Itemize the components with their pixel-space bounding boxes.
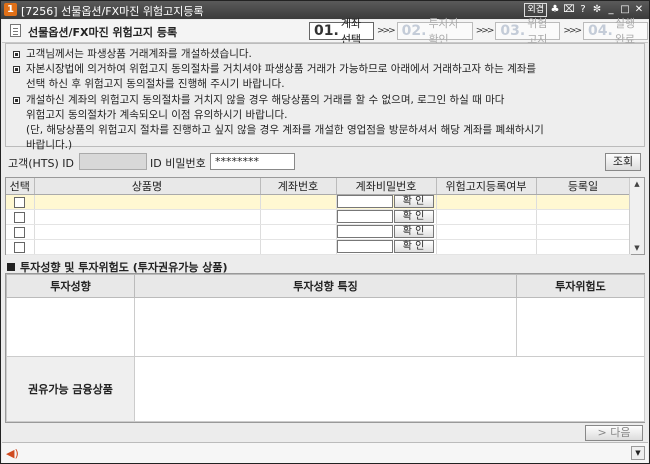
page-title: 선물옵션/FX마진 위험고지 등록: [28, 26, 178, 39]
app-icon: 1: [4, 3, 17, 16]
window: 1 [7256] 선물옵션/FX마진 위험고지등록 외겹 ♣ ⌧ ? ✼ _ □…: [0, 0, 650, 464]
column-header[interactable]: 계좌비밀번호: [336, 178, 437, 195]
table-row[interactable]: 확 인: [6, 239, 631, 255]
column-header[interactable]: 계좌번호: [260, 178, 337, 195]
status-dropdown-icon[interactable]: ▼: [631, 446, 645, 460]
print-icon[interactable]: ⌧: [563, 3, 575, 17]
investment-profile-cell: [6, 297, 135, 357]
step-arrow-icon: >>>: [475, 26, 495, 36]
notice-line: 선택 하신 후 위험고지 동의절차를 진행해 주시기 바랍니다.: [26, 78, 285, 91]
status-bar: ◀) ▼: [2, 442, 648, 463]
column-header: 투자성향 특징: [134, 274, 517, 298]
id-password-label: ID 비밀번호: [150, 157, 206, 170]
speaker-icon: ◀): [6, 447, 19, 460]
search-button[interactable]: 조회: [605, 153, 641, 171]
confirm-button[interactable]: 확 인: [393, 195, 434, 208]
row-checkbox[interactable]: [14, 226, 26, 238]
id-password-field[interactable]: ********: [210, 153, 295, 170]
hts-id-field: [79, 153, 147, 170]
notice-line: 고객님께서는 파생상품 거래계좌를 개설하셨습니다.: [12, 47, 638, 62]
login-row: 고객(HTS) ID ID 비밀번호 ******** 조회: [5, 151, 645, 173]
notice-line: (단, 해당상품의 위험고지 절차를 진행하고 싶지 않을 경우 계좌를 개설한…: [26, 124, 544, 137]
row-checkbox[interactable]: [14, 211, 26, 223]
help-icon[interactable]: ?: [577, 3, 589, 17]
account-grid: 선택 상품명 계좌번호 계좌비밀번호 위험고지등록여부 등록일 확 인 확 인 …: [5, 177, 645, 255]
step-2: 02. 투자자 확인: [396, 17, 473, 46]
column-header: 투자위험도: [516, 274, 645, 298]
scroll-down-icon[interactable]: ▼: [630, 242, 644, 254]
row-checkbox[interactable]: [14, 196, 26, 208]
confirm-button[interactable]: 확 인: [393, 225, 434, 238]
grid-header-row: 선택 상품명 계좌번호 계좌비밀번호 위험고지등록여부 등록일: [6, 178, 631, 195]
investment-profile-table: 투자성향 투자성향 특징 투자위험도 권유가능 금융상품: [5, 273, 645, 423]
recommended-products-cell: [134, 356, 645, 422]
settings-icon[interactable]: ✼: [591, 3, 603, 17]
notice-box: 고객님께서는 파생상품 거래계좌를 개설하셨습니다. 자본시장법에 의거하여 위…: [5, 43, 645, 151]
step-indicator: 01. 계좌선택 >>> 02. 투자자 확인 >>> 03. 위험고지 >>> 04…: [309, 17, 648, 46]
account-password-input[interactable]: [336, 210, 393, 223]
scroll-up-icon[interactable]: ▲: [630, 178, 644, 190]
account-password-input[interactable]: [336, 225, 393, 238]
confirm-button[interactable]: 확 인: [393, 210, 434, 223]
step-arrow-icon: >>>: [563, 26, 582, 36]
page-header: 선물옵션/FX마진 위험고지 등록 01. 계좌선택 >>> 02. 투자자 확인 …: [2, 17, 648, 46]
notice-line: 위험고지 동의절차가 계속되오니 이점 유의하시기 바랍니다.: [26, 108, 288, 121]
profile-feature-cell: [134, 297, 517, 357]
account-password-input[interactable]: [336, 195, 393, 208]
row-checkbox[interactable]: [14, 241, 26, 253]
column-header: 투자성향: [6, 274, 135, 298]
step-4: 04. 실행완료: [583, 17, 648, 46]
step-3: 03. 위험고지: [495, 17, 561, 46]
notice-line: 자본시장법에 의거하여 위험고지 동의절차를 거치셔야 파생상품 거래가 가능하…: [12, 62, 638, 77]
document-icon: [10, 24, 21, 37]
recommended-products-label: 권유가능 금융상품: [6, 356, 135, 422]
risk-level-cell: [516, 297, 645, 357]
column-header[interactable]: 위험고지등록여부: [436, 178, 537, 195]
grid-scrollbar[interactable]: ▲ ▼: [629, 178, 644, 254]
step-arrow-icon: >>>: [377, 26, 396, 36]
column-header[interactable]: 등록일: [536, 178, 631, 195]
hts-id-label: 고객(HTS) ID: [8, 157, 75, 170]
next-button[interactable]: > 다음: [585, 425, 643, 441]
column-header[interactable]: 선택: [6, 178, 35, 195]
confirm-button[interactable]: 확 인: [393, 240, 434, 253]
table-row[interactable]: 확 인: [6, 224, 631, 240]
bullet-icon: [7, 263, 15, 271]
notice-line: 개설하신 계좌의 위험고지 동의절차를 거치지 않을 경우 해당상품의 거래를 …: [12, 93, 638, 108]
table-row[interactable]: 확 인: [6, 194, 631, 210]
step-1: 01. 계좌선택: [309, 17, 374, 46]
account-password-input[interactable]: [336, 240, 393, 253]
column-header[interactable]: 상품명: [34, 178, 261, 195]
window-title: [7256] 선물옵션/FX마진 위험고지등록: [21, 5, 204, 18]
table-row[interactable]: 확 인: [6, 209, 631, 225]
